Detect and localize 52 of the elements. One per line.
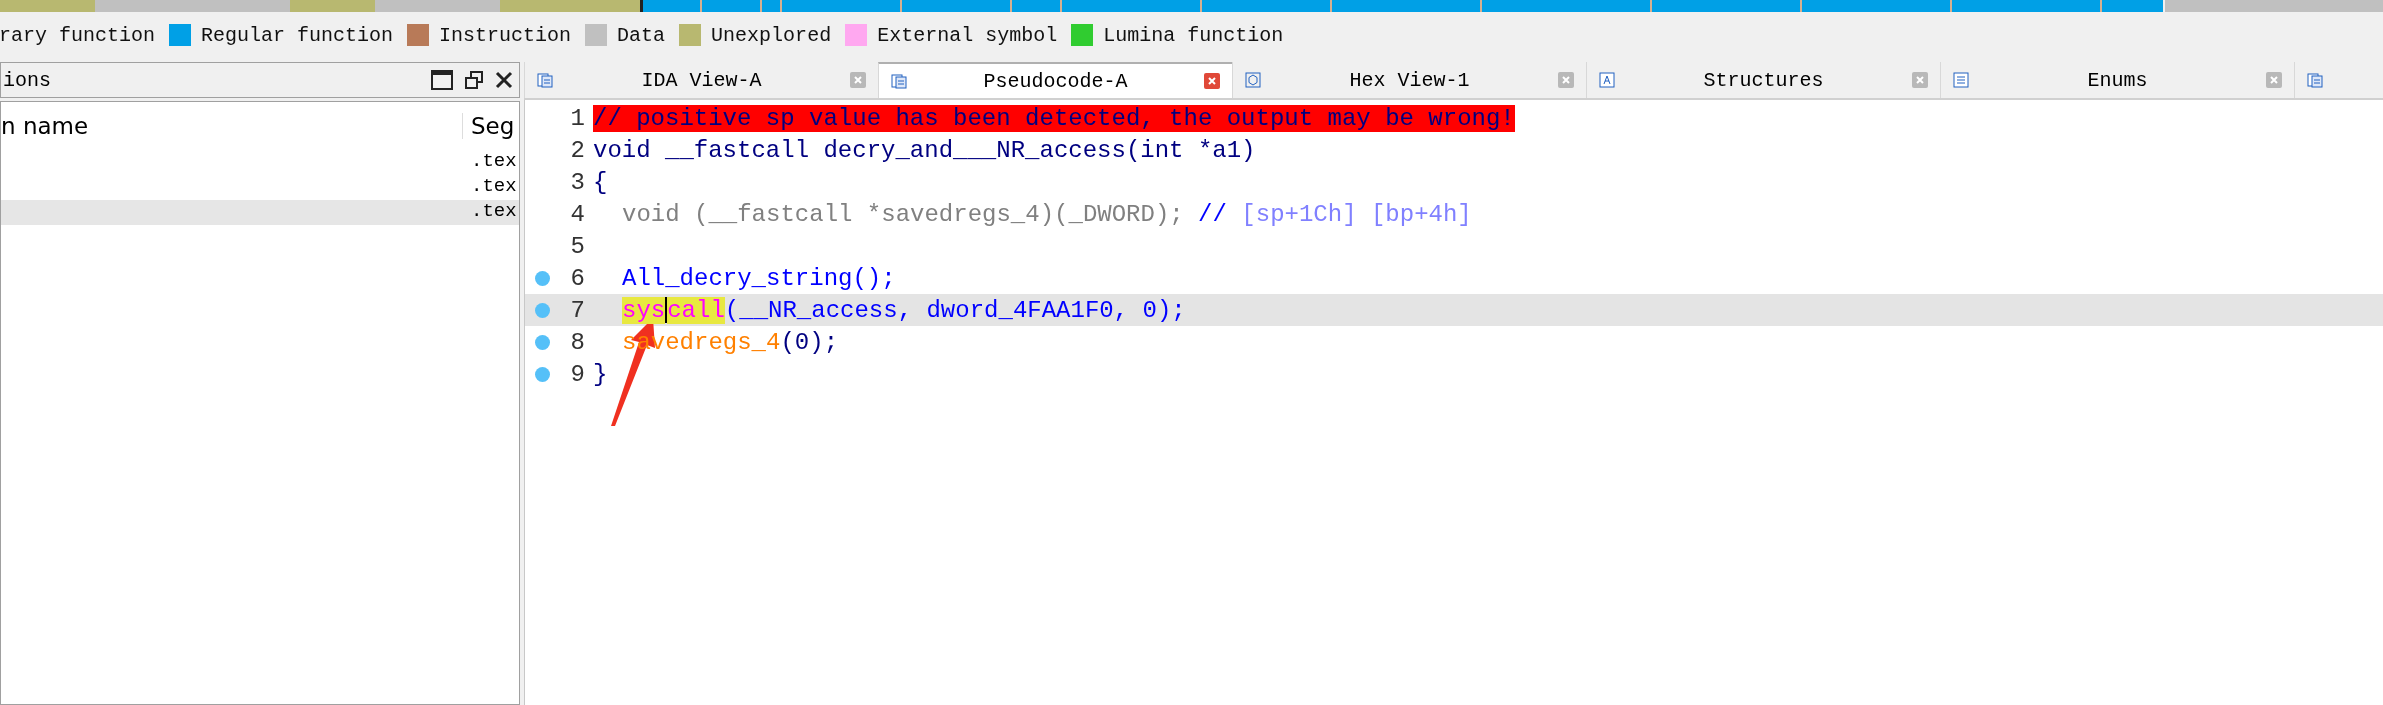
restore-icon[interactable]: [465, 71, 483, 89]
tab[interactable]: Pseudocode-A: [878, 62, 1232, 98]
window-icon: [2307, 72, 2323, 88]
line-number: 1: [569, 104, 585, 132]
window-icon: [891, 73, 907, 89]
line-number: 5: [569, 232, 585, 260]
code-token: [sp+1Ch] [bp+4h]: [1240, 200, 1472, 228]
line-number: 6: [569, 264, 585, 292]
legend-label: rary function: [0, 23, 156, 47]
breakpoint-dot[interactable]: [534, 334, 550, 350]
code-token: void __fastcall decry_and___NR_access(int *a1): [593, 136, 1256, 164]
function-row[interactable]: .tex: [1, 200, 519, 225]
column-header[interactable]: n name: [1, 113, 462, 139]
code-token: //: [1197, 200, 1227, 228]
line-number: 2: [569, 136, 585, 164]
line-number: 3: [569, 168, 585, 196]
legend-label: External symbol: [877, 23, 1058, 47]
line-number: 7: [569, 296, 585, 324]
breakpoint-dot[interactable]: [534, 366, 550, 382]
code-token: {: [593, 168, 608, 196]
hexagon-icon: [1245, 72, 1261, 88]
legend-label: Lumina function: [1103, 23, 1284, 47]
code-token: }: [593, 360, 608, 388]
legend-label: Unexplored: [711, 23, 832, 47]
column-header[interactable]: Seg: [462, 113, 519, 139]
overview-navigator-band[interactable]: [0, 0, 2383, 12]
line-number: 4: [569, 200, 585, 228]
structure-icon: [1599, 72, 1615, 88]
code-token: sys: [622, 296, 666, 324]
code-token: (__NR_access, dword_4FAA1F0, 0);: [724, 296, 1186, 324]
code-token: call: [667, 296, 725, 324]
segment-cell-text: .tex: [471, 150, 518, 174]
legend-label: Data: [617, 23, 666, 47]
code-token: void (__fastcall *savedregs_4)(_DWORD);: [622, 200, 1184, 228]
function-row[interactable]: .tex: [1, 150, 519, 175]
maximize-icon[interactable]: [431, 70, 453, 90]
segment-cell-text: .tex: [471, 175, 518, 199]
legend-label: Regular function: [201, 23, 394, 47]
legend-label: Instruction: [439, 23, 572, 47]
segment-cell-text: .tex: [471, 200, 518, 224]
panel-title: ions: [3, 68, 51, 92]
function-row[interactable]: .tex: [1, 175, 519, 200]
code-token: All_decry_string();: [622, 264, 896, 292]
breakpoint-dot[interactable]: [534, 270, 550, 286]
window-icon: [537, 72, 553, 88]
list-icon: [1953, 72, 1969, 88]
code-token: (0);: [780, 328, 839, 356]
code-token: // positive sp value has been detected, the output may be wrong!: [593, 104, 1515, 132]
close-icon[interactable]: [495, 71, 513, 89]
breakpoint-dot[interactable]: [534, 302, 550, 318]
line-number: 9: [569, 360, 585, 388]
line-number: 8: [569, 328, 585, 356]
